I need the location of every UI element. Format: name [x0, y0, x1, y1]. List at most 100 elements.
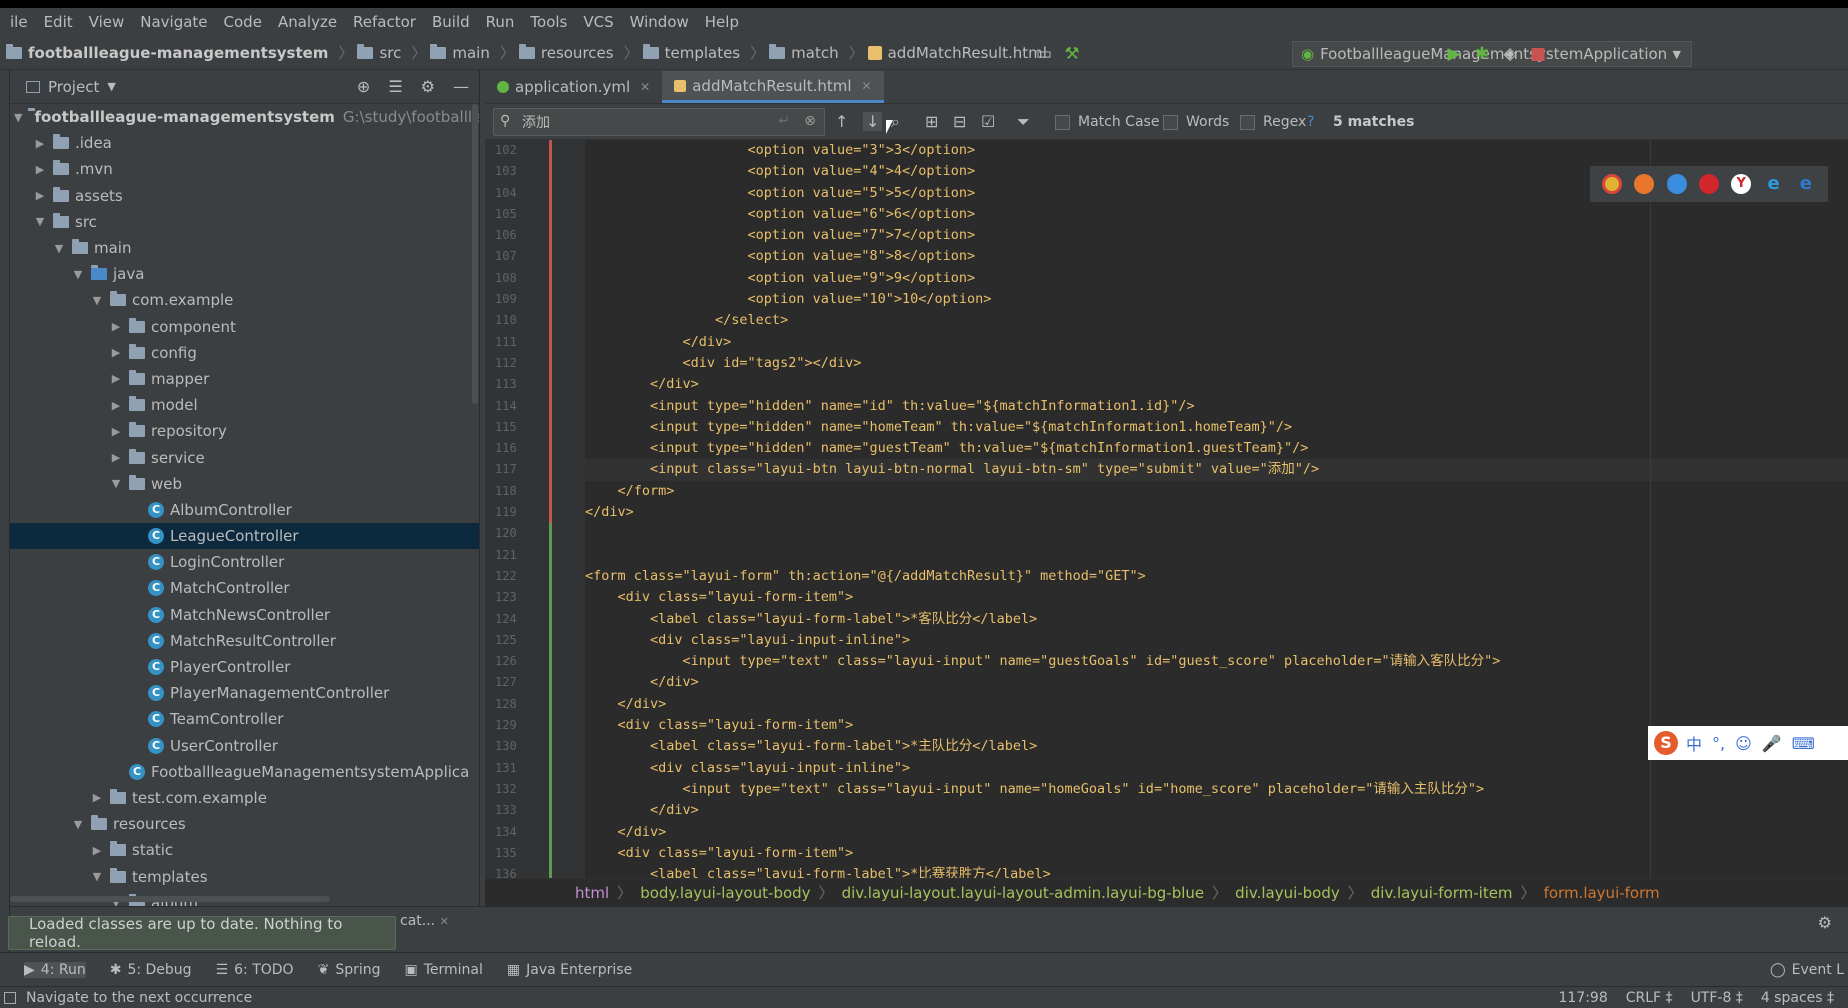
tree-item[interactable]: C AlbumController	[10, 497, 479, 523]
expand-arrow-icon[interactable]: ▶	[90, 844, 104, 857]
expand-arrow-icon[interactable]: ▶	[109, 346, 123, 359]
close-icon[interactable]: ✕	[862, 79, 872, 93]
editor-breadcrumb-item[interactable]: div.layui-form-item	[1371, 884, 1513, 902]
tree-item[interactable]: ▶ config	[10, 340, 479, 366]
firefox-icon[interactable]	[1634, 174, 1655, 194]
code-line[interactable]: </div>	[585, 672, 1848, 693]
menu-item[interactable]: Tools	[522, 13, 575, 31]
layout-icon[interactable]: ▭	[1034, 44, 1054, 64]
ime-mode[interactable]: 中	[1686, 731, 1702, 755]
search-icon[interactable]: ⚲	[500, 113, 510, 129]
tree-scrollbar[interactable]	[472, 104, 478, 404]
code-line[interactable]: <div class="layui-input-inline">	[585, 758, 1848, 779]
menu-item[interactable]: VCS	[575, 13, 621, 31]
tree-horizontal-scrollbar[interactable]	[10, 896, 330, 902]
tree-item[interactable]: ▼ web	[10, 471, 479, 497]
expand-arrow-icon[interactable]: ▼	[14, 111, 22, 124]
tree-item[interactable]: ▶ .idea	[10, 130, 479, 156]
expand-arrow-icon[interactable]: ▶	[109, 372, 123, 385]
code-line[interactable]	[585, 545, 1848, 566]
expand-arrow-icon[interactable]: ▶	[33, 137, 47, 150]
tree-item[interactable]: ▶ mapper	[10, 366, 479, 392]
expand-arrow-icon[interactable]: ▼	[71, 818, 85, 831]
expand-arrow-icon[interactable]: ▶	[109, 451, 123, 464]
code-line[interactable]: <input type="hidden" name="guestTeam" th…	[585, 438, 1848, 459]
menu-item[interactable]: Edit	[36, 13, 81, 31]
breadcrumb-item[interactable]: 〉 main	[407, 42, 490, 63]
tree-item[interactable]: ▼ java	[10, 261, 479, 287]
breadcrumb-item[interactable]: 〉 match	[746, 42, 839, 63]
code-line[interactable]: <input type="hidden" name="id" th:value=…	[585, 396, 1848, 417]
next-occurrence-icon[interactable]: ↓	[863, 112, 883, 131]
expand-arrow-icon[interactable]: ▼	[90, 870, 104, 883]
run-tab-partial[interactable]: cat... ✕	[400, 913, 449, 929]
editor-breadcrumb-item[interactable]: body.layui-layout-body	[640, 884, 810, 902]
close-icon[interactable]: ✕	[640, 80, 650, 94]
gear-icon[interactable]: ⚙	[421, 77, 435, 96]
editor-breadcrumb-item[interactable]: form.layui-form	[1544, 884, 1660, 902]
menu-item[interactable]: Refactor	[345, 13, 424, 31]
expand-arrow-icon[interactable]: ▼	[52, 242, 66, 255]
tool-window-button[interactable]: ✱ 5: Debug	[110, 962, 192, 978]
editor-tab[interactable]: addMatchResult.html ✕	[662, 71, 884, 103]
menu-item[interactable]: Run	[478, 13, 523, 31]
stop-icon[interactable]: ■	[1528, 44, 1548, 64]
tree-item[interactable]: C MatchResultController	[10, 628, 479, 654]
code-line[interactable]: </div>	[585, 332, 1848, 353]
code-line[interactable]: </div>	[585, 822, 1848, 843]
keyboard-icon[interactable]: ⌨	[1792, 734, 1815, 753]
code-line[interactable]: <div class="layui-form-item">	[585, 843, 1848, 864]
menu-item[interactable]: Build	[424, 13, 478, 31]
clear-icon[interactable]: ⊗	[804, 113, 816, 129]
code-line[interactable]: <form class="layui-form" th:action="@{/a…	[585, 566, 1848, 587]
collapse-all-icon[interactable]: ☰	[388, 77, 402, 96]
tree-item[interactable]: ▶ .mvn	[10, 156, 479, 182]
build-hammer-icon[interactable]: ⚒	[1062, 44, 1082, 64]
menu-item[interactable]: Analyze	[270, 13, 345, 31]
menu-item[interactable]: Window	[622, 13, 697, 31]
code-line[interactable]: <option value="7">7</option>	[585, 225, 1848, 246]
menu-item[interactable]: View	[81, 13, 133, 31]
code-line[interactable]: <div class="layui-input-inline">	[585, 630, 1848, 651]
tree-item[interactable]: ▼ com.example	[10, 287, 479, 313]
event-log-button[interactable]: ◯ Event L	[1770, 962, 1844, 978]
punctuation-icon[interactable]: °,	[1712, 734, 1725, 753]
tree-item[interactable]: C LoginController	[10, 549, 479, 575]
menu-item[interactable]: ile	[2, 13, 36, 31]
previous-occurrence-icon[interactable]: ↑	[835, 112, 848, 131]
regex-checkbox[interactable]: Regex	[1240, 114, 1306, 130]
tool-window-button[interactable]: ☰ 6: TODO	[216, 962, 294, 978]
code-line[interactable]: <div class="layui-form-item">	[585, 587, 1848, 608]
tree-item[interactable]: ▶ model	[10, 392, 479, 418]
expand-arrow-icon[interactable]: ▼	[109, 477, 123, 490]
tool-window-button[interactable]: ▶ 4: Run	[24, 961, 86, 978]
tree-item[interactable]: ▶ component	[10, 314, 479, 340]
tool-window-button[interactable]: ▣ Terminal	[405, 962, 483, 978]
project-panel-title[interactable]: Project	[48, 78, 99, 96]
tool-window-button[interactable]: ▦ Java Enterprise	[507, 962, 632, 978]
code-line[interactable]	[585, 523, 1848, 544]
code-line[interactable]: <label class="layui-form-label">*比赛获胜方</…	[585, 864, 1848, 878]
chrome-icon[interactable]	[1602, 174, 1623, 194]
opera-icon[interactable]	[1698, 174, 1719, 194]
yandex-icon[interactable]: Y	[1731, 174, 1752, 194]
tree-item[interactable]: ▶ repository	[10, 418, 479, 444]
code-line[interactable]: </form>	[585, 481, 1848, 502]
code-line[interactable]: <input class="layui-btn layui-btn-normal…	[585, 459, 1848, 481]
expand-arrow-icon[interactable]: ▶	[33, 189, 47, 202]
editor-breadcrumb-item[interactable]: div.layui-layout.layui-layout-admin.layu…	[842, 884, 1205, 902]
code-line[interactable]: </div>	[585, 694, 1848, 715]
editor-breadcrumb-item[interactable]: div.layui-body	[1235, 884, 1340, 902]
expand-arrow-icon[interactable]: ▶	[33, 163, 47, 176]
panel-toggle-icon[interactable]	[4, 991, 16, 1004]
match-case-checkbox[interactable]: Match Case	[1055, 114, 1159, 130]
ime-logo-icon[interactable]: S	[1654, 731, 1678, 755]
notification-toast[interactable]: Loaded classes are up to date. Nothing t…	[8, 915, 396, 951]
search-input[interactable]: ⚲ 添加 ↵ ⊗	[493, 108, 825, 136]
add-selection-icon[interactable]: ⊞	[925, 112, 938, 131]
tree-root[interactable]: ▼ footballleague-managementsystem G:\stu…	[10, 104, 479, 130]
filter-icon[interactable]: ⏷	[1017, 112, 1030, 132]
menu-item[interactable]: Code	[216, 13, 270, 31]
code-lines[interactable]: <option value="3">3</option> <option val…	[585, 140, 1848, 878]
code-line[interactable]: </div>	[585, 800, 1848, 821]
